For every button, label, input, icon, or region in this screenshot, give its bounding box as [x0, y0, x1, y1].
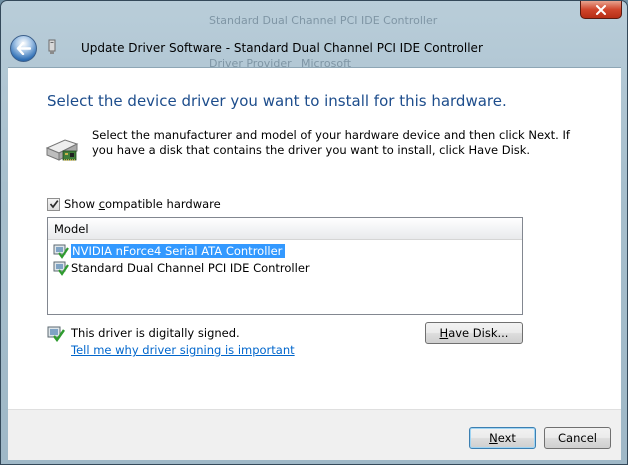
- back-button[interactable]: [10, 35, 37, 62]
- list-item[interactable]: NVIDIA nForce4 Serial ATA Controller: [53, 243, 286, 259]
- window-title: Update Driver Software - Standard Dual C…: [81, 41, 483, 55]
- driver-signing-link[interactable]: Tell me why driver signing is important: [71, 343, 295, 357]
- driver-signed-icon: [53, 244, 69, 259]
- driver-signed-icon: [53, 261, 69, 276]
- checkbox-label: Show compatible hardware: [64, 197, 221, 211]
- back-arrow-icon: [16, 42, 31, 55]
- signing-status-text: This driver is digitally signed.: [71, 326, 240, 340]
- content-panel: Select the device driver you want to ins…: [8, 67, 621, 410]
- checkmark-icon: [49, 200, 58, 209]
- have-disk-button[interactable]: Have Disk...: [425, 322, 523, 344]
- show-compatible-checkbox[interactable]: Show compatible hardware: [47, 197, 221, 211]
- next-button[interactable]: Next: [469, 427, 536, 449]
- model-column-header[interactable]: Model: [48, 218, 522, 240]
- list-item-label: Standard Dual Channel PCI IDE Controller: [71, 261, 310, 275]
- title-bar: Standard Dual Channel PCI IDE Controller…: [1, 1, 627, 70]
- dialog-window: Standard Dual Channel PCI IDE Controller…: [0, 0, 628, 465]
- list-item-label: NVIDIA nForce4 Serial ATA Controller: [71, 244, 286, 258]
- background-window-text: Standard Dual Channel PCI IDE Controller: [209, 14, 438, 27]
- signed-driver-icon: [47, 326, 65, 342]
- footer-bar: Next Cancel: [8, 409, 621, 460]
- checkbox-box[interactable]: [47, 197, 60, 211]
- close-icon: [596, 4, 606, 15]
- page-heading: Select the device driver you want to ins…: [47, 92, 507, 110]
- device-icon: [48, 39, 56, 54]
- cancel-button[interactable]: Cancel: [544, 427, 611, 449]
- hardware-icon: [45, 139, 79, 161]
- list-item[interactable]: Standard Dual Channel PCI IDE Controller: [53, 260, 310, 276]
- model-list[interactable]: Model NVIDIA nForce4 Serial ATA Controll…: [47, 217, 523, 315]
- close-button[interactable]: [580, 1, 622, 19]
- instructions-text: Select the manufacturer and model of you…: [92, 128, 570, 157]
